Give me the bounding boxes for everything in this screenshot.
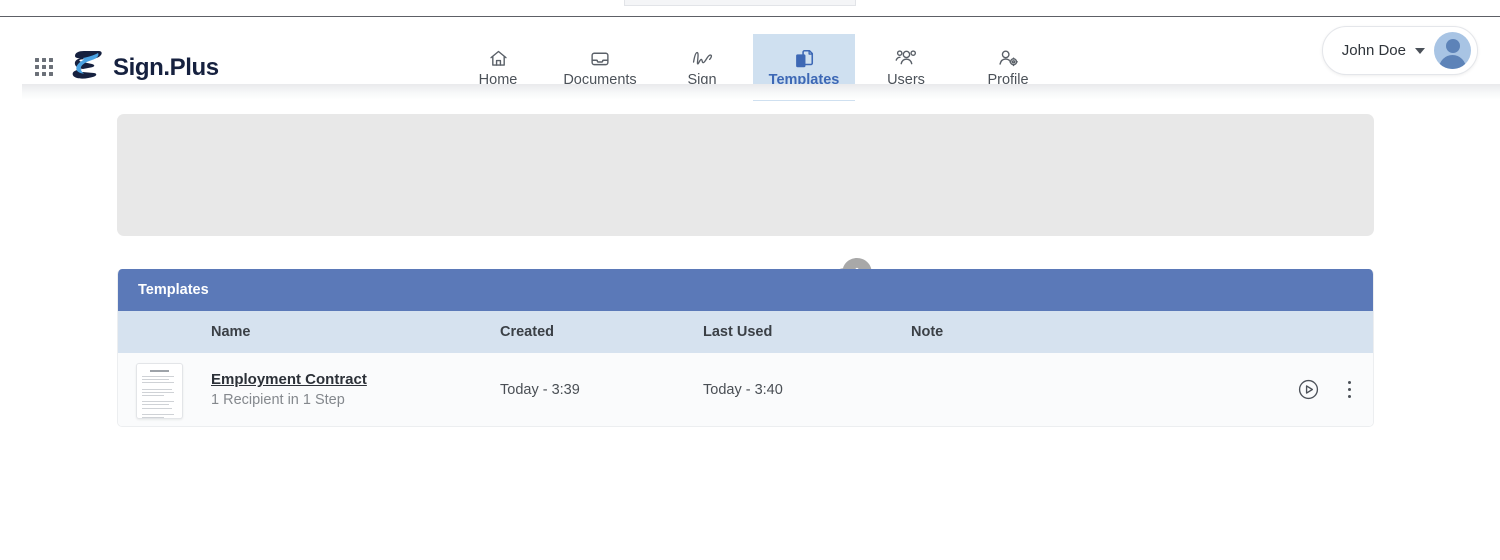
chevron-down-icon	[1415, 48, 1425, 54]
upload-dropzone[interactable]: Click here to upload or drag and drop yo…	[117, 114, 1374, 236]
column-header-last-used[interactable]: Last Used	[703, 324, 772, 340]
table-row[interactable]: Employment Contract 1 Recipient in 1 Ste…	[118, 353, 1373, 426]
inbox-icon	[589, 48, 611, 70]
row-actions	[1297, 377, 1358, 403]
home-icon	[488, 48, 509, 70]
apps-grid-icon[interactable]	[35, 58, 57, 78]
browser-window-stub	[624, 0, 856, 6]
users-icon	[894, 48, 918, 70]
top-navigation-bar: Sign.Plus Home Documents	[0, 17, 1500, 84]
templates-icon	[793, 48, 815, 70]
table-title: Templates	[118, 269, 1373, 311]
cell-created: Today - 3:39	[500, 382, 580, 398]
cell-last-used: Today - 3:40	[703, 382, 783, 398]
profile-name: John Doe	[1342, 43, 1406, 58]
brand-name: Sign.Plus	[113, 56, 219, 80]
signature-icon	[690, 48, 715, 70]
templates-table: Templates Name Created Last Used Note Em…	[117, 269, 1374, 427]
nav-bottom-shadow	[22, 84, 1500, 100]
profile-menu-button[interactable]: John Doe	[1322, 26, 1478, 75]
table-header-row: Name Created Last Used Note	[118, 311, 1373, 353]
profile-gear-icon	[996, 48, 1020, 70]
column-header-note[interactable]: Note	[911, 324, 943, 340]
document-thumbnail[interactable]	[136, 363, 183, 419]
signplus-logo-icon	[70, 50, 104, 85]
template-info: Employment Contract 1 Recipient in 1 Ste…	[211, 370, 367, 412]
more-vertical-icon[interactable]	[1342, 377, 1358, 403]
column-header-name[interactable]: Name	[211, 324, 251, 340]
template-recipients-label: 1 Recipient in 1 Step	[211, 390, 367, 412]
play-circle-icon[interactable]	[1297, 378, 1320, 401]
avatar-icon	[1434, 32, 1471, 69]
template-name-link[interactable]: Employment Contract	[211, 370, 367, 390]
column-header-created[interactable]: Created	[500, 324, 554, 340]
brand-logo[interactable]: Sign.Plus	[70, 50, 219, 85]
